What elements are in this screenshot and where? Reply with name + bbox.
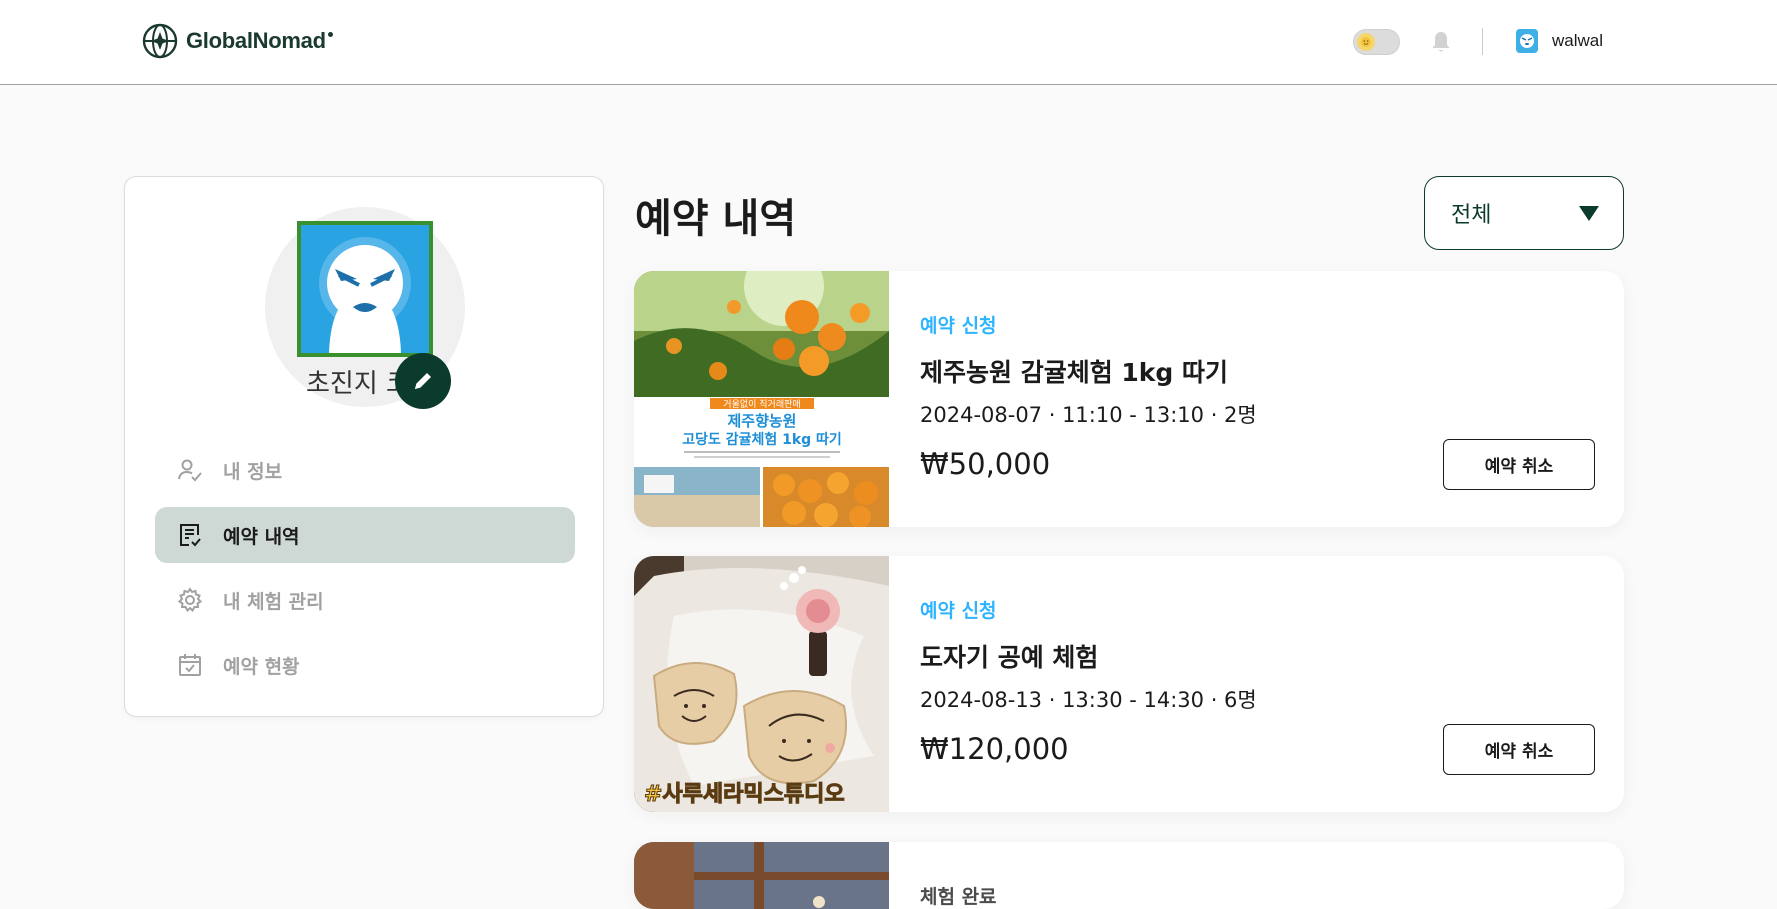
- user-check-icon: [177, 457, 203, 483]
- sidebar-item-label: 예약 현황: [223, 655, 300, 678]
- calendar-check-icon: [177, 652, 203, 678]
- logo[interactable]: GlobalNomad: [142, 23, 333, 59]
- experience-title: 도자기 공예 체험: [920, 643, 1099, 672]
- globe-logo-icon: [142, 23, 178, 59]
- profile-sidebar: 초진지 코 내 정보 예약 내역 내 체험 관리 예약 현황: [124, 176, 604, 717]
- banner-small-text: 거울없이 직거래판매: [723, 399, 800, 410]
- reservation-card[interactable]: #사루세라믹스튜디오 예약 신청 도자기 공예 체험 2024-08-13 · …: [634, 556, 1624, 812]
- triangle-down-icon: [1579, 205, 1599, 221]
- filter-selected-value: 전체: [1451, 203, 1492, 228]
- sun-icon: [1357, 33, 1375, 51]
- status-filter-dropdown[interactable]: 전체: [1424, 176, 1624, 250]
- list-check-icon: [177, 522, 203, 548]
- top-navigation-bar: GlobalNomad walwal: [0, 0, 1777, 85]
- logo-dot: [327, 31, 333, 37]
- sidebar-item-my-info[interactable]: 내 정보: [155, 442, 575, 498]
- reservation-status: 체험 완료: [920, 886, 997, 908]
- reservation-schedule: 2024-08-13 · 13:30 - 14:30 · 6명: [920, 688, 1257, 712]
- sidebar-menu: 내 정보 예약 내역 내 체험 관리 예약 현황: [155, 442, 575, 702]
- profile-image: [297, 221, 433, 357]
- sidebar-item-reservation-status[interactable]: 예약 현황: [155, 637, 575, 693]
- cancel-reservation-button[interactable]: 예약 취소: [1443, 724, 1595, 775]
- pencil-icon: [415, 373, 431, 389]
- cancel-reservation-button[interactable]: 예약 취소: [1443, 439, 1595, 490]
- sidebar-item-label: 예약 내역: [223, 525, 300, 548]
- sidebar-item-label: 내 정보: [223, 460, 283, 483]
- reservation-price: ₩50,000: [920, 447, 1051, 481]
- header-divider: [1482, 28, 1483, 55]
- reservation-status: 예약 신청: [920, 315, 997, 337]
- sidebar-item-my-experiences[interactable]: 내 체험 관리: [155, 572, 575, 628]
- reservation-price: ₩120,000: [920, 732, 1069, 766]
- experience-title: 제주농원 감귤체험 1kg 따기: [920, 358, 1229, 387]
- gear-icon: [177, 587, 203, 613]
- user-name[interactable]: walwal: [1552, 31, 1603, 51]
- reservation-status: 예약 신청: [920, 600, 997, 622]
- page-title: 예약 내역: [635, 196, 797, 242]
- logo-text: GlobalNomad: [186, 28, 326, 53]
- sidebar-item-label: 내 체험 관리: [223, 590, 324, 613]
- experience-image: #사루세라믹스튜디오: [634, 556, 889, 812]
- experience-image: 거울없이 직거래판매 제주향농원 고당도 감귤체험 1kg 따기: [634, 271, 889, 527]
- reservation-schedule: 2024-08-07 · 11:10 - 13:10 · 2명: [920, 403, 1257, 427]
- reservation-card[interactable]: 체험 완료: [634, 842, 1624, 909]
- notification-bell-icon[interactable]: [1429, 29, 1453, 55]
- image-caption: #사루세라믹스튜디오: [644, 782, 845, 807]
- experience-image: [634, 842, 889, 909]
- user-avatar[interactable]: [1516, 29, 1538, 53]
- sidebar-item-reservations[interactable]: 예약 내역: [155, 507, 575, 563]
- theme-toggle[interactable]: [1353, 29, 1400, 55]
- banner-line-1: 제주향농원: [727, 412, 796, 430]
- edit-profile-image-button[interactable]: [395, 353, 451, 409]
- reservation-card[interactable]: 거울없이 직거래판매 제주향농원 고당도 감귤체험 1kg 따기 예약 신청 제…: [634, 271, 1624, 527]
- banner-line-2: 고당도 감귤체험 1kg 따기: [682, 431, 842, 448]
